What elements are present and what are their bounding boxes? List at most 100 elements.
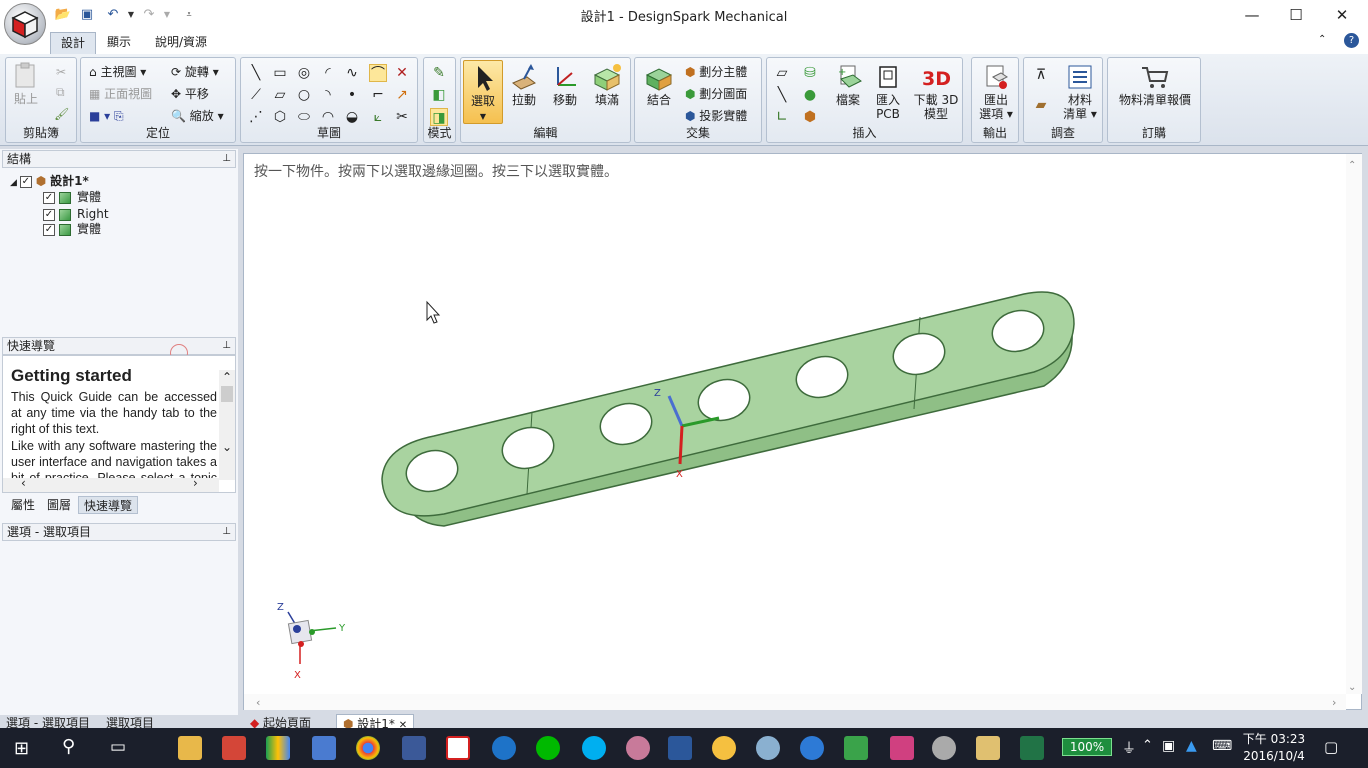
- tab-properties[interactable]: 屬性: [6, 496, 40, 514]
- axis-icon[interactable]: ╲: [773, 86, 791, 104]
- plan-view-button[interactable]: ▦ 正面視圖: [89, 86, 152, 102]
- design-app-icon[interactable]: [890, 736, 914, 760]
- tree-item[interactable]: ✓ Right: [43, 206, 109, 222]
- facebook-icon[interactable]: [402, 736, 426, 760]
- tab-display[interactable]: 顯示: [97, 32, 141, 54]
- help-icon[interactable]: ?: [1344, 33, 1359, 48]
- windows-start-icon[interactable]: ⊞: [14, 738, 29, 759]
- network-icon[interactable]: ▣: [1162, 738, 1175, 754]
- tangent-line-icon[interactable]: ⟋: [247, 86, 265, 104]
- gmail-icon[interactable]: [222, 736, 246, 760]
- tab-help[interactable]: 說明/資源: [145, 32, 217, 54]
- scroll-right-icon[interactable]: ›: [193, 476, 198, 490]
- move-button[interactable]: 移動: [547, 63, 583, 107]
- extend-tool-icon[interactable]: ↗: [393, 86, 411, 104]
- tab-quick-guide[interactable]: 快速導覽: [78, 496, 139, 514]
- clock[interactable]: 下午 03:23 2016/10/4: [1238, 731, 1310, 765]
- app-logo[interactable]: [4, 3, 46, 45]
- arc-tool-icon[interactable]: ◜: [319, 64, 337, 82]
- insert-file-button[interactable]: + 檔案: [829, 63, 867, 107]
- three-point-circle-icon[interactable]: ○: [295, 86, 313, 104]
- notifications-icon[interactable]: ▢: [1324, 738, 1338, 756]
- elephant-app-icon[interactable]: [932, 736, 956, 760]
- select-button[interactable]: 選取 ▼: [463, 60, 503, 124]
- chat-app-icon[interactable]: [800, 736, 824, 760]
- scroll-up-icon[interactable]: ⌃: [219, 370, 235, 384]
- scroll-thumb[interactable]: [221, 386, 233, 402]
- item-checkbox[interactable]: ✓: [43, 191, 55, 204]
- tangent-arc-tool-icon[interactable]: ⌒: [369, 64, 387, 82]
- google-drive-icon[interactable]: [266, 736, 290, 760]
- combine-button[interactable]: 結合: [639, 63, 679, 107]
- view-cube-button[interactable]: ■ ▾ ⎘: [89, 108, 124, 124]
- pull-button[interactable]: 拉動: [506, 63, 542, 107]
- project-button[interactable]: ⬢ 投影實體: [685, 108, 747, 124]
- minimize-button[interactable]: —: [1232, 4, 1272, 26]
- collapse-ribbon-icon[interactable]: ⌃: [1318, 34, 1326, 45]
- cylinder-icon[interactable]: ⛁: [801, 64, 819, 82]
- chrome-icon[interactable]: [356, 736, 380, 760]
- line-tool-icon[interactable]: ╲: [247, 64, 265, 82]
- measure-icon[interactable]: ⊼: [1032, 66, 1050, 84]
- documents-icon[interactable]: [976, 736, 1000, 760]
- zoom-button[interactable]: 🔍 縮放 ▾: [171, 108, 224, 124]
- search-icon[interactable]: ⚲: [62, 736, 75, 757]
- scroll-left-icon[interactable]: ‹: [21, 476, 26, 490]
- mass-icon[interactable]: ▰: [1032, 96, 1050, 114]
- show-hidden-icons[interactable]: ⌃: [1142, 738, 1153, 753]
- pin-icon[interactable]: ⊥: [222, 524, 231, 540]
- circle-tool-icon[interactable]: ◎: [295, 64, 313, 82]
- skype-icon[interactable]: [582, 736, 606, 760]
- tree-root[interactable]: ◢ ✓ ⬢ 設計1*: [10, 173, 89, 189]
- copy-icon[interactable]: ⧉: [56, 84, 65, 100]
- rectangle-tool-icon[interactable]: ▭: [271, 64, 289, 82]
- viewport-hscroll[interactable]: [244, 694, 1346, 710]
- cut-icon[interactable]: ✂: [56, 64, 66, 80]
- download-3d-button[interactable]: 3D 下載 3D 模型: [911, 63, 961, 121]
- keyboard-icon[interactable]: ⌨: [1212, 738, 1232, 754]
- import-pcb-button[interactable]: 匯入 PCB: [869, 63, 907, 121]
- line-icon[interactable]: [536, 736, 560, 760]
- power-plug-icon[interactable]: ⏚: [1122, 738, 1136, 758]
- three-point-arc-icon[interactable]: ◝: [319, 86, 337, 104]
- pin-icon[interactable]: ⊥: [222, 338, 231, 354]
- pin-icon[interactable]: ⊥: [222, 151, 231, 167]
- viewport-canvas[interactable]: Z X Z Y X ⌃ ⌄ ‹ ›: [244, 154, 1363, 711]
- edge-icon[interactable]: [492, 736, 516, 760]
- collapse-arrow-icon[interactable]: ◢: [10, 178, 20, 188]
- tab-layers[interactable]: 圖層: [42, 496, 76, 514]
- viewport-vscroll[interactable]: [1346, 154, 1362, 694]
- tab-design[interactable]: 設計: [50, 32, 97, 54]
- root-checkbox[interactable]: ✓: [19, 175, 32, 188]
- calendar-icon[interactable]: [312, 736, 336, 760]
- split-face-button[interactable]: ⬢ 劃分圖面: [685, 86, 747, 102]
- maximize-button[interactable]: ☐: [1276, 4, 1316, 26]
- file-explorer-icon[interactable]: [178, 736, 202, 760]
- sketch-mode-icon[interactable]: ✎: [430, 64, 448, 82]
- hscroll-right-icon[interactable]: ›: [1332, 696, 1336, 709]
- three-point-rect-icon[interactable]: ▱: [271, 86, 289, 104]
- drive-tray-icon[interactable]: ▲: [1186, 738, 1197, 754]
- paste-button[interactable]: 貼上: [10, 62, 42, 106]
- export-options-button[interactable]: 匯出 選項 ▾: [976, 63, 1016, 121]
- split-body-button[interactable]: ⬢ 劃分主體: [685, 64, 747, 80]
- lightbulb-app-icon[interactable]: [712, 736, 736, 760]
- tree-item[interactable]: ✓ 實體: [43, 221, 101, 237]
- excel-icon[interactable]: [1020, 736, 1044, 760]
- point-tool-icon[interactable]: •: [343, 86, 361, 104]
- paint-icon[interactable]: [756, 736, 780, 760]
- vscroll-up-icon[interactable]: ⌃: [1348, 160, 1356, 171]
- section-mode-icon[interactable]: ◧: [430, 86, 448, 104]
- close-button[interactable]: ✕: [1322, 4, 1362, 26]
- format-painter-icon[interactable]: 🖌: [54, 106, 69, 122]
- item-checkbox[interactable]: ✓: [43, 223, 55, 236]
- scroll-down-icon[interactable]: ⌄: [219, 440, 235, 454]
- horizontal-scrollbar[interactable]: ‹ ›: [3, 476, 219, 492]
- hscroll-left-icon[interactable]: ‹: [256, 696, 260, 709]
- word-icon[interactable]: [668, 736, 692, 760]
- vscroll-down-icon[interactable]: ⌄: [1348, 682, 1356, 693]
- home-view-button[interactable]: ⌂ 主視圖 ▾: [89, 64, 146, 80]
- item-checkbox[interactable]: ✓: [43, 208, 55, 221]
- vertical-scrollbar[interactable]: ⌃ ⌄: [219, 370, 235, 480]
- offset-tool-icon[interactable]: ⌐: [369, 86, 387, 104]
